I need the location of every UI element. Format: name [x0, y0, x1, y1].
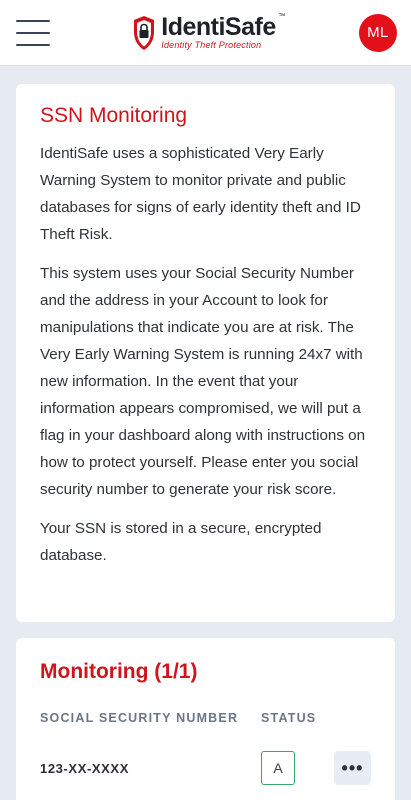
brand-logo[interactable]: IdentiSafe ™ Identity Theft Protection — [133, 13, 285, 51]
ssn-value: 123-XX-XXXX — [40, 760, 129, 776]
menu-icon[interactable] — [16, 19, 50, 46]
status-badge: A — [261, 751, 295, 785]
ssn-monitoring-card: SSN Monitoring IdentiSafe uses a sophist… — [16, 84, 395, 622]
monitoring-title: Monitoring (1/1) — [40, 660, 198, 683]
security-paragraph: Your SSN is stored in a secure, encrypte… — [40, 520, 322, 564]
brand-tagline: Identity Theft Protection — [161, 40, 262, 50]
intro-paragraph: IdentiSafe uses a sophisticated Very Ear… — [40, 145, 361, 243]
table-header: SOCIAL SECURITY NUMBER STATUS — [40, 711, 371, 725]
system-paragraph: This system uses your Social Security Nu… — [40, 265, 366, 498]
app-header: IdentiSafe ™ Identity Theft Protection ML — [0, 0, 411, 66]
monitoring-card: Monitoring (1/1) SOCIAL SECURITY NUMBER … — [16, 638, 395, 800]
column-header-ssn: SOCIAL SECURITY NUMBER — [40, 711, 239, 725]
more-horizontal-icon: ••• — [341, 757, 364, 778]
menu-icon-line — [16, 43, 50, 46]
trademark: ™ — [278, 13, 285, 20]
shield-lock-icon — [134, 15, 155, 50]
more-options-button[interactable]: ••• — [334, 751, 371, 785]
card-title: SSN Monitoring — [40, 104, 188, 127]
menu-icon-line — [16, 19, 50, 22]
table-row: 123-XX-XXXX A ••• — [40, 751, 371, 785]
menu-icon-line — [16, 31, 50, 34]
user-avatar[interactable]: ML — [358, 13, 397, 52]
brand-name: IdentiSafe ™ — [161, 13, 285, 41]
column-header-status: STATUS — [261, 711, 317, 725]
